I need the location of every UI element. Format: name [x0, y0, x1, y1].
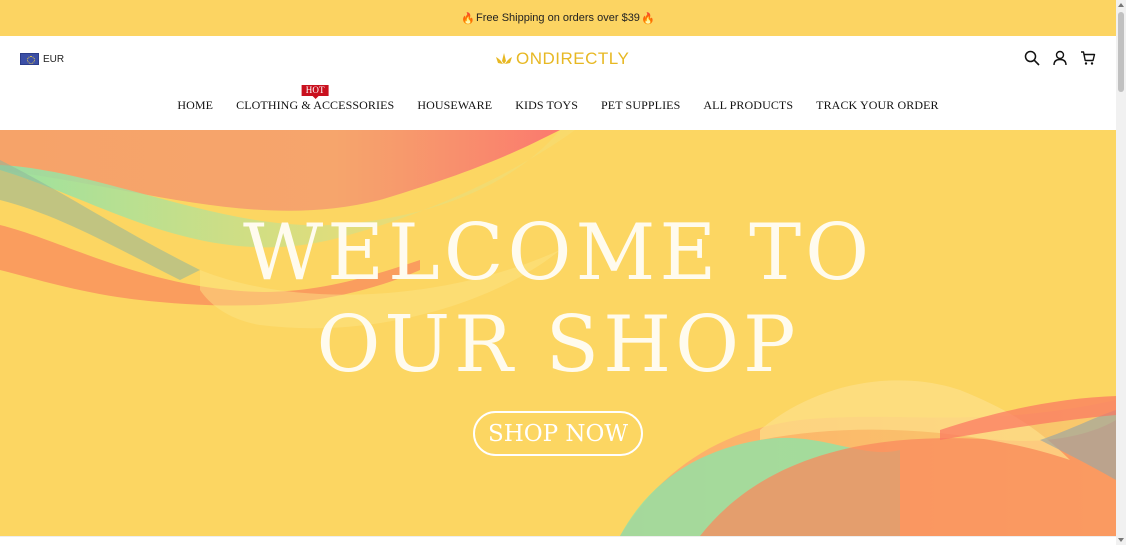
nav-all-products[interactable]: ALL PRODUCTS — [692, 98, 805, 113]
fire-icon: 🔥 — [461, 12, 476, 25]
header-icons — [1024, 50, 1096, 66]
hero-title-line2: OUR SHOP — [316, 300, 800, 390]
hot-badge: HOT — [301, 85, 329, 99]
fire-icon: 🔥 — [640, 12, 655, 25]
scroll-down-arrow-icon[interactable] — [1118, 538, 1124, 542]
cart-icon[interactable] — [1080, 50, 1096, 66]
page-scrollbar[interactable] — [1116, 0, 1126, 545]
nav-houseware[interactable]: HOUSEWARE — [406, 98, 504, 113]
shop-now-button[interactable]: SHOP NOW — [473, 411, 643, 456]
nav-clothing-label: CLOTHING & ACCESSORIES — [236, 98, 395, 112]
main-nav: HOME HOT CLOTHING & ACCESSORIES HOUSEWAR… — [0, 85, 1116, 113]
crown-leaf-icon — [496, 53, 512, 64]
scroll-up-arrow-icon[interactable] — [1118, 3, 1124, 7]
page-bottom-strip — [0, 536, 1116, 545]
nav-clothing-accessories[interactable]: HOT CLOTHING & ACCESSORIES — [225, 85, 406, 113]
eu-flag-icon — [20, 53, 39, 65]
logo-text: ONDIRECTLY — [516, 49, 630, 68]
hero-banner[interactable]: WELCOME TO OUR SHOP SHOP NOW — [0, 130, 1116, 536]
announcement-bar: 🔥 Free Shipping on orders over $39 🔥 — [0, 0, 1116, 36]
currency-selector[interactable]: EUR — [20, 53, 64, 65]
hero-title-line1: WELCOME TO — [242, 208, 874, 298]
site-logo[interactable]: ONDIRECTLY — [494, 49, 629, 69]
scroll-thumb[interactable] — [1118, 12, 1124, 92]
site-header: EUR ONDIRECTLY HOME HOT CLOTHING & ACCES… — [0, 36, 1116, 130]
search-icon[interactable] — [1024, 50, 1040, 66]
nav-home[interactable]: HOME — [166, 98, 225, 113]
currency-label: EUR — [43, 53, 65, 65]
user-icon[interactable] — [1052, 50, 1068, 66]
nav-track-order[interactable]: TRACK YOUR ORDER — [805, 98, 951, 113]
nav-kids-toys[interactable]: KIDS TOYS — [504, 98, 590, 113]
announcement-text: Free Shipping on orders over $39 — [476, 12, 640, 24]
nav-pet-supplies[interactable]: PET SUPPLIES — [590, 98, 692, 113]
